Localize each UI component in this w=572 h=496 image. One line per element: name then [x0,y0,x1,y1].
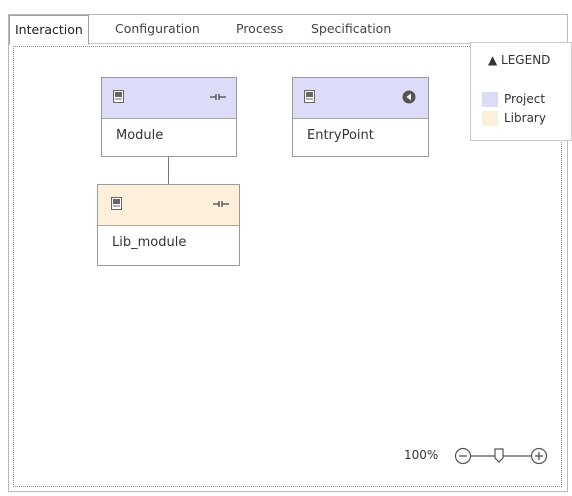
node-lib-module-header [98,185,239,226]
node-module[interactable]: Module [101,77,237,157]
node-entrypoint-header [293,78,428,119]
port-icon [213,201,229,207]
tab-bar: Interaction Configuration Process Specif… [9,15,567,45]
document-icon [304,90,315,103]
node-entrypoint-label: EntryPoint [307,128,374,143]
zoom-control: 100% [404,446,554,466]
node-module-header [102,78,236,119]
legend-item-library: Library [482,111,546,127]
node-lib-module-label: Lib_module [112,235,187,250]
zoom-thumb[interactable] [494,448,504,463]
document-icon [113,90,124,103]
legend-panel: ▲ LEGEND Project Library [470,42,572,141]
node-module-label: Module [116,128,164,143]
legend-swatch-project [482,92,498,107]
document-icon [111,197,122,210]
legend-toggle[interactable]: ▲ LEGEND [488,53,550,67]
legend-swatch-library [482,111,498,126]
node-entrypoint[interactable]: EntryPoint [292,77,429,157]
legend-label-library: Library [504,111,546,125]
tab-interaction[interactable]: Interaction [9,15,89,45]
legend-item-project: Project [482,92,545,108]
zoom-level: 100% [404,448,439,462]
tab-configuration[interactable]: Configuration [115,15,200,44]
tab-specification[interactable]: Specification [311,15,391,44]
port-icon [210,94,226,100]
module-connector [168,156,169,185]
zoom-slider[interactable] [454,446,548,466]
node-lib-module[interactable]: Lib_module [97,184,240,266]
legend-label-project: Project [504,92,546,106]
tab-process[interactable]: Process [236,15,283,44]
entry-point-icon [402,90,416,104]
